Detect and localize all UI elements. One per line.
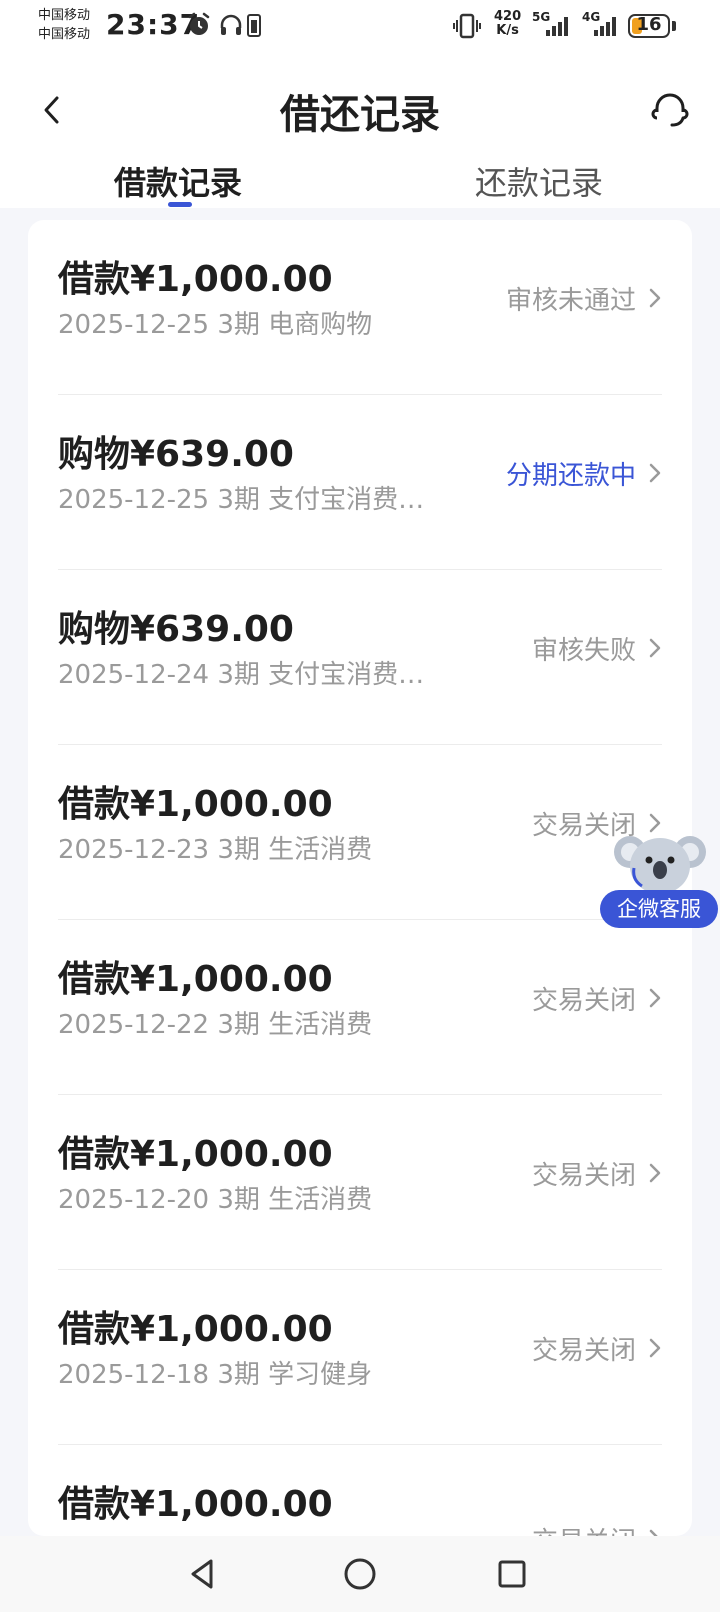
record-status: 分期还款中 — [505, 461, 636, 491]
record-amount: 借款¥1,000.00 — [58, 784, 333, 825]
list-item[interactable]: 购物¥639.00 2025-12-25 3期 支付宝消费… 分期还款中 — [28, 395, 692, 570]
record-detail: 2025-12-25 3期 支付宝消费… — [58, 485, 425, 515]
customer-service-button[interactable] — [644, 84, 696, 136]
system-nav-bar — [0, 1536, 720, 1612]
chevron-right-icon — [649, 1163, 661, 1183]
recents-square-icon — [498, 1560, 526, 1588]
list-item[interactable]: 借款¥1,000.00 2025-12-18 3期 学习健身 交易关闭 — [28, 1270, 692, 1445]
page-title: 借还记录 — [280, 92, 440, 138]
record-list: 借款¥1,000.00 2025-12-25 3期 电商购物 审核未通过 购物¥… — [28, 220, 692, 1536]
record-status: 交易关闭 — [531, 1161, 636, 1191]
wecom-service-button[interactable]: 企微客服 — [600, 830, 718, 930]
list-item[interactable]: 借款¥1,000.00 2025-12-23 3期 生活消费 交易关闭 — [28, 745, 692, 920]
tab-repay-records[interactable]: 还款记录 — [475, 158, 603, 204]
nav-home-button[interactable] — [336, 1552, 384, 1596]
koala-mascot-icon — [614, 836, 706, 894]
list-item[interactable]: 借款¥1,000.00 2025-12-20 3期 生活消费 交易关闭 — [28, 1095, 692, 1270]
record-status: 交易关闭 — [531, 1336, 636, 1366]
record-status: 审核失败 — [531, 636, 636, 666]
carrier-2: 中国移动 — [38, 27, 91, 42]
headphones-icon — [218, 12, 244, 42]
speed-value: 420 — [494, 9, 522, 24]
chevron-right-icon — [649, 463, 661, 483]
signal-icon — [590, 14, 624, 42]
vibrate-icon — [452, 12, 482, 44]
status-bar: 中国移动 中国移动 23:37 420 K/s 5G 4G 16 — [0, 0, 720, 56]
chevron-right-icon — [649, 288, 661, 308]
alarm-icon — [186, 12, 212, 42]
record-detail: 2025-12-23 3期 生活消费 — [58, 835, 373, 865]
headset-icon — [651, 93, 689, 127]
record-amount: 借款¥1,000.00 — [58, 1134, 333, 1175]
record-detail: 2025-12-25 3期 电商购物 — [58, 310, 373, 340]
wecom-service-label: 企微客服 — [600, 890, 718, 928]
network-speed: 420 K/s — [494, 10, 521, 38]
nav-recents-button[interactable] — [488, 1552, 536, 1596]
page-header: 借还记录 — [0, 70, 720, 150]
signal-icon — [540, 14, 574, 42]
list-item[interactable]: 借款¥1,000.00 交易关闭 — [28, 1445, 692, 1536]
list-item[interactable]: 购物¥639.00 2025-12-24 3期 支付宝消费… 审核失败 — [28, 570, 692, 745]
carrier-labels: 中国移动 中国移动 — [38, 6, 90, 44]
battery-level: 16 — [636, 14, 662, 35]
record-amount: 借款¥1,000.00 — [58, 1484, 333, 1525]
record-detail: 2025-12-20 3期 生活消费 — [58, 1185, 373, 1215]
nav-back-button[interactable] — [178, 1552, 226, 1596]
record-detail: 2025-12-22 3期 生活消费 — [58, 1010, 373, 1040]
chevron-right-icon — [649, 1338, 661, 1358]
battery-indicator: 16 — [628, 14, 670, 38]
tab-borrow-records[interactable]: 借款记录 — [114, 158, 242, 204]
record-detail: 2025-12-18 3期 学习健身 — [58, 1360, 373, 1390]
record-status: 交易关闭 — [531, 986, 636, 1016]
tab-bar: 借款记录 还款记录 — [0, 150, 720, 208]
record-detail: 2025-12-24 3期 支付宝消费… — [58, 660, 425, 690]
carrier-1: 中国移动 — [38, 8, 91, 23]
chevron-right-icon — [649, 1529, 658, 1536]
record-status: 审核未通过 — [505, 286, 636, 316]
battery-cap — [672, 21, 676, 31]
list-item[interactable]: 借款¥1,000.00 2025-12-25 3期 电商购物 审核未通过 — [28, 220, 692, 395]
tab-active-indicator — [168, 202, 192, 207]
record-amount: 借款¥1,000.00 — [58, 1309, 333, 1350]
record-amount: 购物¥639.00 — [58, 434, 294, 475]
record-status: 交易关闭 — [532, 1521, 636, 1536]
back-triangle-icon — [191, 1559, 213, 1589]
home-circle-icon — [344, 1558, 376, 1590]
battery-small-icon — [246, 12, 262, 42]
record-amount: 购物¥639.00 — [58, 609, 294, 650]
speed-unit: K/s — [496, 23, 519, 38]
record-amount: 借款¥1,000.00 — [58, 959, 333, 1000]
chevron-right-icon — [649, 638, 661, 658]
chevron-right-icon — [649, 988, 661, 1008]
list-item[interactable]: 借款¥1,000.00 2025-12-22 3期 生活消费 交易关闭 — [28, 920, 692, 1095]
record-amount: 借款¥1,000.00 — [58, 259, 333, 300]
